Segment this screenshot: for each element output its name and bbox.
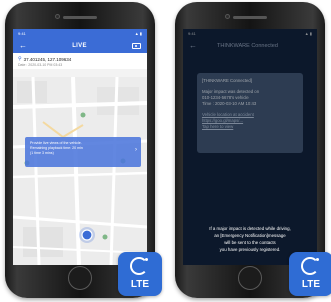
description-line: will be sent to the contacts (224, 240, 276, 245)
lte-badge: LTE (118, 252, 162, 296)
notice-line: (1 time 3 mins) (30, 151, 54, 155)
live-view-screen: 9:41 ▲ ▮ ← LIVE ⚲ 37.401245, 127.109634 … (13, 29, 147, 265)
home-button[interactable] (238, 266, 262, 290)
location-info: ⚲ 37.401245, 127.109634 Date : 2020-03-1… (13, 53, 147, 69)
front-camera (55, 14, 60, 19)
status-time: 9:41 (18, 31, 26, 36)
date-text: Date : 2020-03-10 PM 03:43 (18, 63, 63, 67)
map-roads (13, 77, 147, 265)
live-view-notice[interactable]: Provide live views of the vehicle. Remai… (25, 137, 141, 167)
map-view[interactable] (13, 77, 147, 265)
description-line: If a major impact is detected while driv… (209, 226, 291, 231)
location-pin-icon: ⚲ (18, 56, 22, 62)
feature-description: If a major impact is detected while driv… (183, 225, 317, 253)
description-line: an [Emergency Notification]message (214, 233, 286, 238)
lte-label: LTE (130, 279, 150, 290)
page-title: LIVE (72, 42, 87, 49)
lte-badge: LTE (289, 252, 331, 296)
earpiece-speaker (233, 16, 267, 19)
earpiece-speaker (63, 16, 97, 19)
back-arrow-icon[interactable]: ← (19, 41, 27, 50)
lte-signal-dot (316, 258, 319, 261)
lte-signal-dot (145, 258, 148, 261)
home-button[interactable] (68, 266, 92, 290)
lte-label: LTE (301, 279, 321, 290)
coordinates-text: 37.401245, 127.109634 (23, 56, 72, 62)
chevron-right-icon: › (135, 147, 137, 153)
notification-screen: 9:41 ▲ ▮ ← THINKWARE Connected [THINKWAR… (183, 29, 317, 265)
status-icons: ▲ ▮ (134, 31, 142, 36)
camera-icon[interactable] (131, 42, 141, 49)
status-bar: 9:41 ▲ ▮ (13, 29, 147, 38)
app-header: ← LIVE (13, 38, 147, 53)
front-camera (225, 14, 230, 19)
